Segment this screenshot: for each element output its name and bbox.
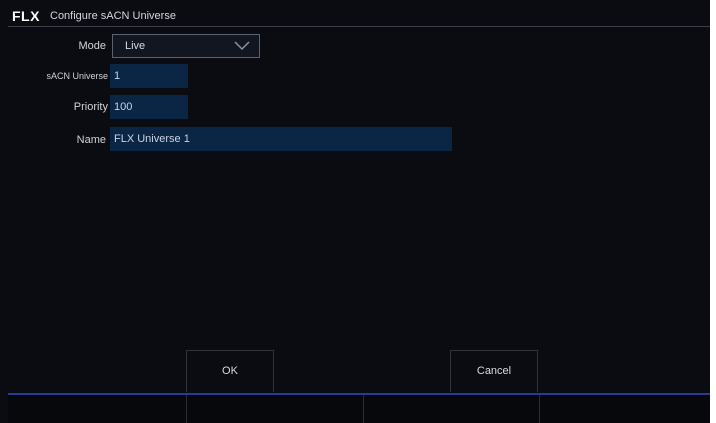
- screen-edge: [710, 0, 716, 423]
- name-input[interactable]: FLX Universe 1: [110, 127, 452, 151]
- title-bar: FLX Configure sACN Universe: [8, 6, 710, 27]
- mode-value: Live: [125, 40, 146, 52]
- mode-dropdown[interactable]: Live: [112, 34, 260, 58]
- cancel-button[interactable]: Cancel: [450, 350, 538, 392]
- sacn-universe-input[interactable]: 1: [110, 64, 188, 88]
- flx-logo: FLX: [12, 8, 40, 24]
- ok-button[interactable]: OK: [186, 350, 274, 392]
- name-label: Name: [76, 134, 106, 146]
- sacn-universe-label: sACN Universe: [46, 71, 108, 81]
- dialog-title: Configure sACN Universe: [50, 10, 176, 22]
- footer-separator: [363, 395, 364, 423]
- mode-label: Mode: [78, 40, 106, 52]
- chevron-down-icon: [234, 41, 250, 51]
- configure-sacn-universe-dialog: FLX Configure sACN Universe Mode Live sA…: [0, 0, 716, 423]
- footer-separator: [539, 395, 540, 423]
- priority-label: Priority: [73, 101, 108, 113]
- footer-bar: [8, 395, 710, 423]
- footer-separator: [186, 395, 187, 423]
- priority-input[interactable]: 100: [110, 95, 188, 119]
